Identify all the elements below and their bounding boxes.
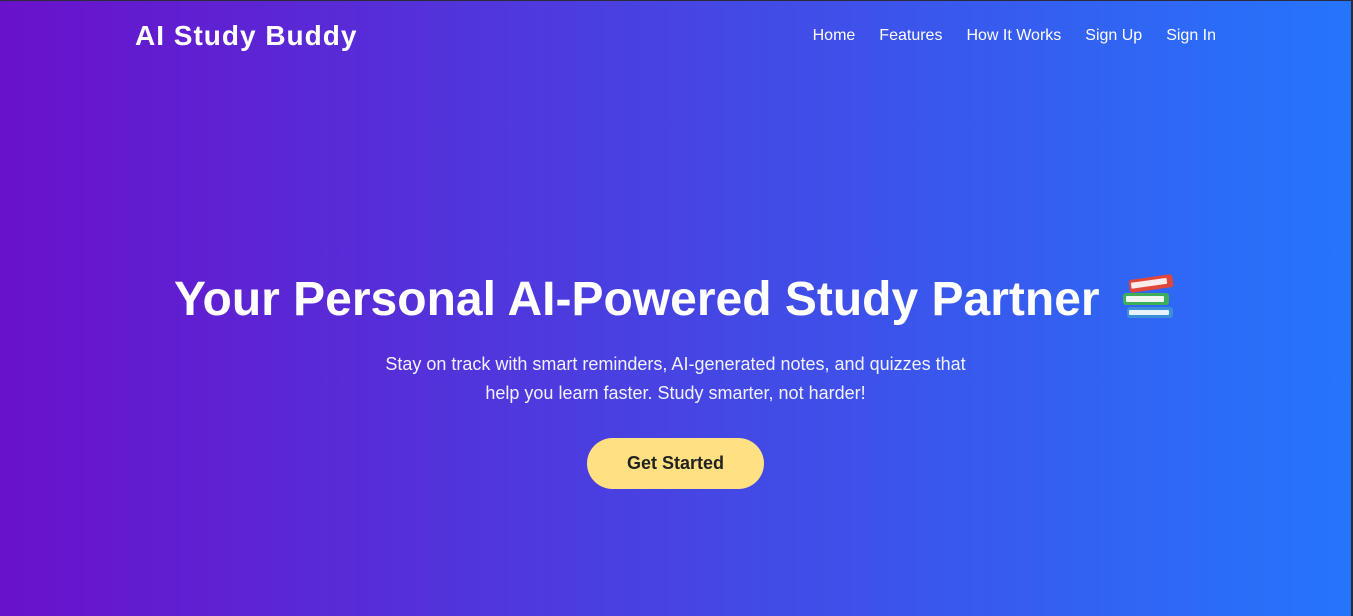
books-icon xyxy=(1122,274,1174,318)
nav-item-sign-in: Sign In xyxy=(1166,26,1216,46)
nav-item-features: Features xyxy=(879,26,942,46)
nav-link-features[interactable]: Features xyxy=(879,26,942,46)
nav-item-home: Home xyxy=(813,26,856,46)
nav-link-how-it-works[interactable]: How It Works xyxy=(966,26,1061,46)
hero-title: Your Personal AI-Powered Study Partner xyxy=(0,270,1351,330)
nav-links: Home Features How It Works Sign Up Sign … xyxy=(813,26,1216,46)
brand-logo[interactable]: AI Study Buddy xyxy=(135,20,357,52)
hero-subtitle: Stay on track with smart reminders, AI-g… xyxy=(385,354,966,403)
get-started-button[interactable]: Get Started xyxy=(587,438,764,489)
nav-link-sign-up[interactable]: Sign Up xyxy=(1085,26,1142,46)
nav-link-sign-in[interactable]: Sign In xyxy=(1166,26,1216,46)
nav-link-home[interactable]: Home xyxy=(813,26,856,46)
navbar: AI Study Buddy Home Features How It Work… xyxy=(0,0,1353,72)
hero-section: Your Personal AI-Powered Study Partner S… xyxy=(0,270,1351,489)
nav-item-how-it-works: How It Works xyxy=(966,26,1061,46)
hero-title-text: Your Personal AI-Powered Study Partner xyxy=(174,273,1100,326)
nav-item-sign-up: Sign Up xyxy=(1085,26,1142,46)
